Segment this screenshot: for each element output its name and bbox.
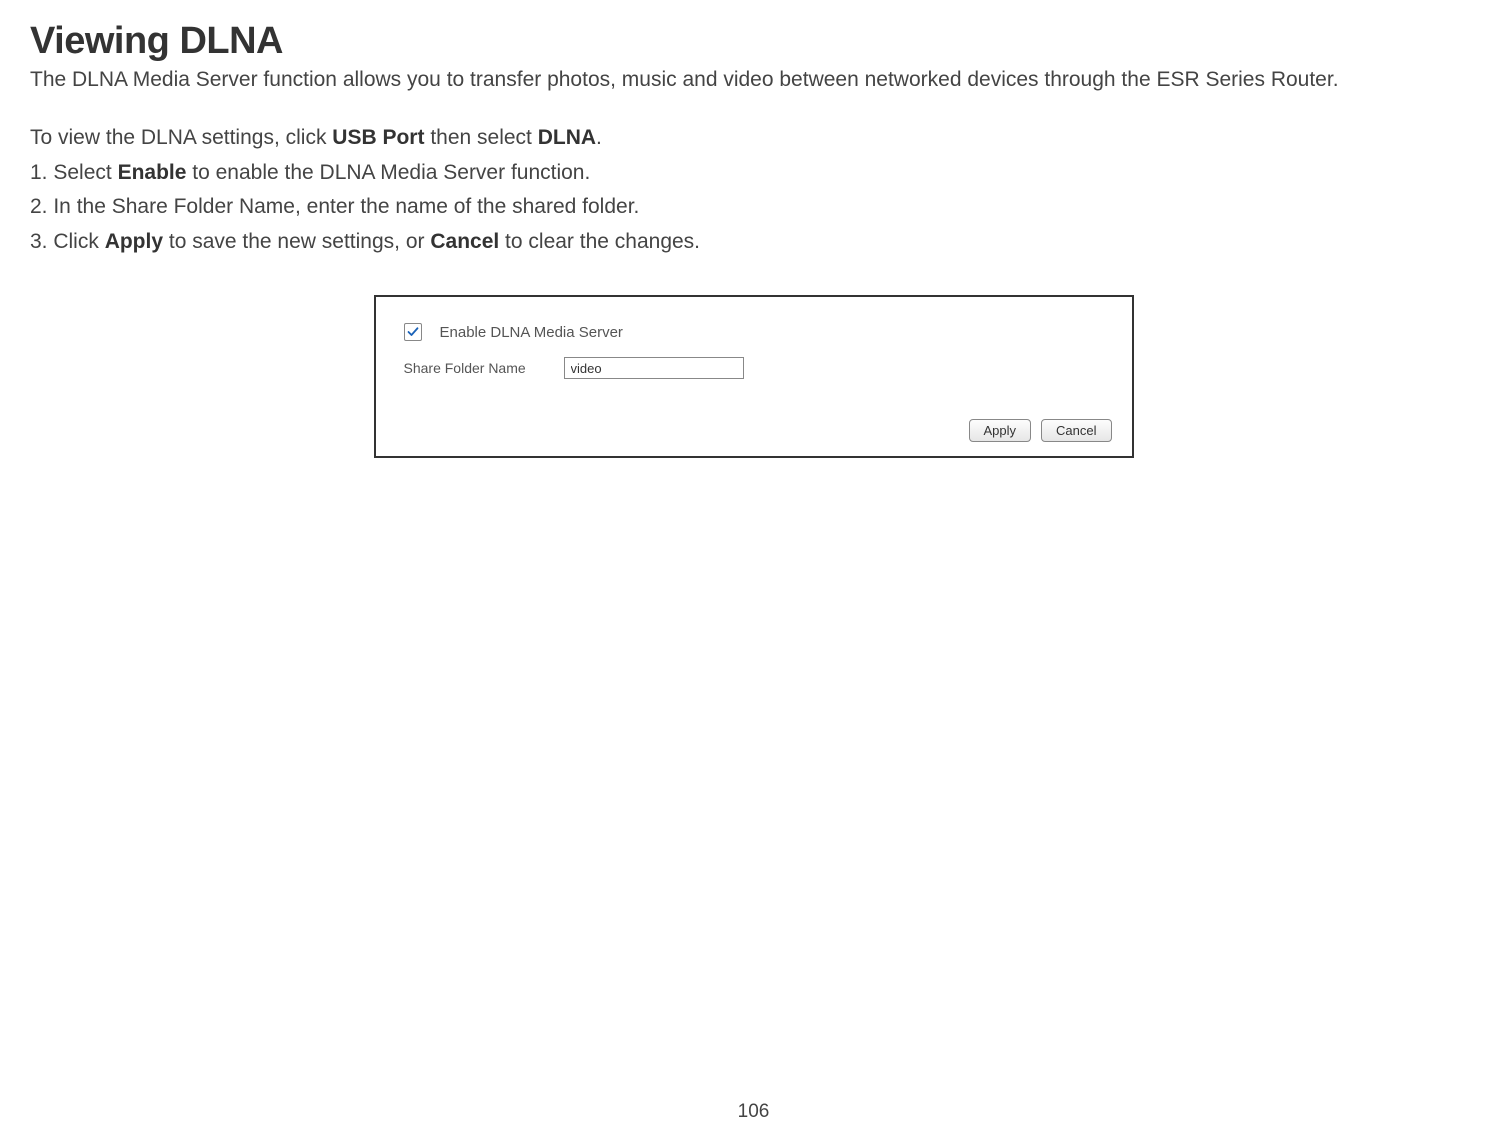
intro-paragraph: The DLNA Media Server function allows yo… (30, 65, 1477, 95)
text: 3. Click (30, 230, 105, 253)
text: to save the new settings, or (163, 230, 430, 253)
enable-row: Enable DLNA Media Server (404, 323, 1112, 341)
text: to enable the DLNA Media Server function… (186, 161, 590, 184)
button-row: Apply Cancel (404, 419, 1112, 442)
step-1: 1. Select Enable to enable the DLNA Medi… (30, 158, 1477, 188)
cancel-button[interactable]: Cancel (1041, 419, 1111, 442)
text: 1. Select (30, 161, 118, 184)
step-3: 3. Click Apply to save the new settings,… (30, 227, 1477, 257)
bold-cancel: Cancel (430, 230, 499, 253)
text: to clear the changes. (499, 230, 700, 253)
text: . (596, 126, 602, 149)
check-icon (407, 326, 419, 338)
dlna-settings-panel: Enable DLNA Media Server Share Folder Na… (374, 295, 1134, 458)
page-number: 106 (0, 1101, 1507, 1123)
share-folder-label: Share Folder Name (404, 360, 564, 376)
bold-dlna: DLNA (538, 126, 596, 149)
step-2: 2. In the Share Folder Name, enter the n… (30, 192, 1477, 222)
share-folder-row: Share Folder Name (404, 357, 1112, 379)
text: then select (424, 126, 537, 149)
apply-button[interactable]: Apply (969, 419, 1032, 442)
page-title: Viewing DLNA (30, 20, 1477, 63)
enable-dlna-label: Enable DLNA Media Server (440, 324, 623, 341)
navigation-instruction: To view the DLNA settings, click USB Por… (30, 123, 1477, 153)
settings-panel-wrap: Enable DLNA Media Server Share Folder Na… (30, 295, 1477, 458)
text: To view the DLNA settings, click (30, 126, 332, 149)
bold-enable: Enable (118, 161, 187, 184)
bold-usb-port: USB Port (332, 126, 424, 149)
bold-apply: Apply (105, 230, 163, 253)
enable-dlna-checkbox[interactable] (404, 323, 422, 341)
share-folder-input[interactable] (564, 357, 744, 379)
